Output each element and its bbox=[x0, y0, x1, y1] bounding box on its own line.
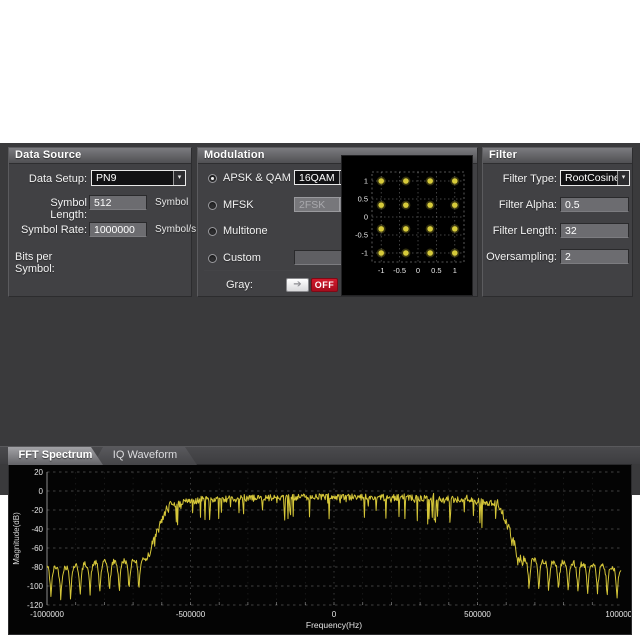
apsk-qam-value: 16QAM bbox=[295, 172, 339, 184]
oversampling-label: Oversampling: bbox=[485, 251, 557, 263]
svg-text:-1000000: -1000000 bbox=[30, 610, 64, 619]
svg-text:0.5: 0.5 bbox=[431, 266, 441, 275]
svg-text:1: 1 bbox=[453, 266, 457, 275]
svg-text:-0.5: -0.5 bbox=[355, 231, 368, 240]
svg-text:0.5: 0.5 bbox=[358, 195, 368, 204]
tab-iq-waveform[interactable]: IQ Waveform bbox=[93, 447, 197, 465]
bits-per-symbol-label: Bits per Symbol: bbox=[11, 251, 94, 275]
svg-text:-0.5: -0.5 bbox=[393, 266, 406, 275]
svg-text:-40: -40 bbox=[31, 525, 43, 534]
constellation-chart: 1 0.5 0 -0.5 -1 -1 -0.5 0 0.5 1 bbox=[342, 156, 472, 295]
apsk-qam-radio[interactable] bbox=[208, 174, 217, 183]
svg-text:-100: -100 bbox=[27, 582, 44, 591]
symbol-rate-label: Symbol Rate: bbox=[13, 224, 87, 236]
data-source-panel: Data Source Data Setup: PN9 ▾ Symbol Len… bbox=[8, 147, 192, 297]
svg-text:0: 0 bbox=[332, 610, 337, 619]
svg-text:-1: -1 bbox=[361, 249, 368, 258]
symbol-length-input[interactable] bbox=[89, 195, 147, 210]
symbol-length-unit: Symbol bbox=[155, 197, 188, 208]
gray-off-toggle[interactable]: OFF bbox=[311, 278, 338, 292]
filter-length-input[interactable] bbox=[560, 223, 629, 238]
filter-alpha-input[interactable] bbox=[560, 197, 629, 212]
svg-text:-20: -20 bbox=[31, 506, 43, 515]
app-window: Data Source Data Setup: PN9 ▾ Symbol Len… bbox=[0, 143, 640, 495]
custom-label: Custom bbox=[223, 252, 261, 264]
svg-text:-1: -1 bbox=[378, 266, 385, 275]
filter-type-value: RootCosine bbox=[561, 172, 617, 184]
filter-panel: Filter Filter Type: RootCosine ▾ Filter … bbox=[482, 147, 633, 297]
filter-length-label: Filter Length: bbox=[485, 225, 557, 237]
fft-spectrum-plot: 20 0 -20 -40 -60 -80 -100 -120-1000000 -500000 0 5… bbox=[8, 464, 632, 635]
multitone-radio[interactable] bbox=[208, 227, 217, 236]
data-setup-value: PN9 bbox=[92, 172, 173, 184]
chart-tab-bar: FFT Spectrum IQ Waveform bbox=[0, 446, 640, 464]
filter-header: Filter bbox=[483, 148, 632, 164]
gray-arrow-icon[interactable]: ➔ bbox=[286, 278, 309, 292]
mfsk-value: 2FSK bbox=[295, 199, 339, 211]
data-setup-label: Data Setup: bbox=[13, 173, 87, 185]
gray-label: Gray: bbox=[226, 279, 253, 291]
svg-text:-80: -80 bbox=[31, 563, 43, 572]
mfsk-radio[interactable] bbox=[208, 201, 217, 210]
filter-type-dropdown[interactable]: RootCosine ▾ bbox=[560, 170, 630, 186]
svg-text:500000: 500000 bbox=[464, 610, 491, 619]
modulation-separator bbox=[204, 270, 334, 271]
fft-spectrum-chart: 20 0 -20 -40 -60 -80 -100 -120-1000000 -500000 0 5… bbox=[9, 465, 631, 634]
screen: Data Source Data Setup: PN9 ▾ Symbol Len… bbox=[0, 0, 640, 640]
svg-text:1000000: 1000000 bbox=[605, 610, 631, 619]
svg-text:0: 0 bbox=[416, 266, 420, 275]
svg-text:Frequency(Hz): Frequency(Hz) bbox=[306, 620, 362, 630]
symbol-rate-unit: Symbol/s bbox=[155, 224, 196, 235]
svg-text:Magnitude(dB): Magnitude(dB) bbox=[12, 512, 21, 565]
svg-text:0: 0 bbox=[39, 487, 44, 496]
chevron-down-icon[interactable]: ▾ bbox=[173, 171, 185, 185]
svg-text:-120: -120 bbox=[27, 601, 44, 610]
symbol-rate-input[interactable] bbox=[89, 222, 147, 237]
custom-radio[interactable] bbox=[208, 254, 217, 263]
mfsk-label: MFSK bbox=[223, 199, 254, 211]
data-source-header: Data Source bbox=[9, 148, 191, 164]
svg-text:20: 20 bbox=[34, 468, 43, 477]
constellation-display: 1 0.5 0 -0.5 -1 -1 -0.5 0 0.5 1 bbox=[341, 155, 473, 296]
modulation-panel: Modulation APSK & QAM 16QAM ▾ MFSK 2FSK … bbox=[197, 147, 478, 297]
svg-text:1: 1 bbox=[364, 177, 368, 186]
multitone-label: Multitone bbox=[223, 225, 268, 237]
svg-text:-500000: -500000 bbox=[176, 610, 206, 619]
chevron-down-icon[interactable]: ▾ bbox=[617, 171, 629, 185]
apsk-qam-label: APSK & QAM bbox=[223, 172, 291, 184]
oversampling-input[interactable] bbox=[560, 249, 629, 264]
svg-text:0: 0 bbox=[364, 213, 368, 222]
svg-text:-60: -60 bbox=[31, 544, 43, 553]
data-setup-dropdown[interactable]: PN9 ▾ bbox=[91, 170, 186, 186]
filter-alpha-label: Filter Alpha: bbox=[485, 199, 557, 211]
tab-fft-spectrum[interactable]: FFT Spectrum bbox=[8, 447, 103, 465]
filter-type-label: Filter Type: bbox=[485, 173, 557, 185]
symbol-length-label: Symbol Length: bbox=[13, 197, 87, 221]
